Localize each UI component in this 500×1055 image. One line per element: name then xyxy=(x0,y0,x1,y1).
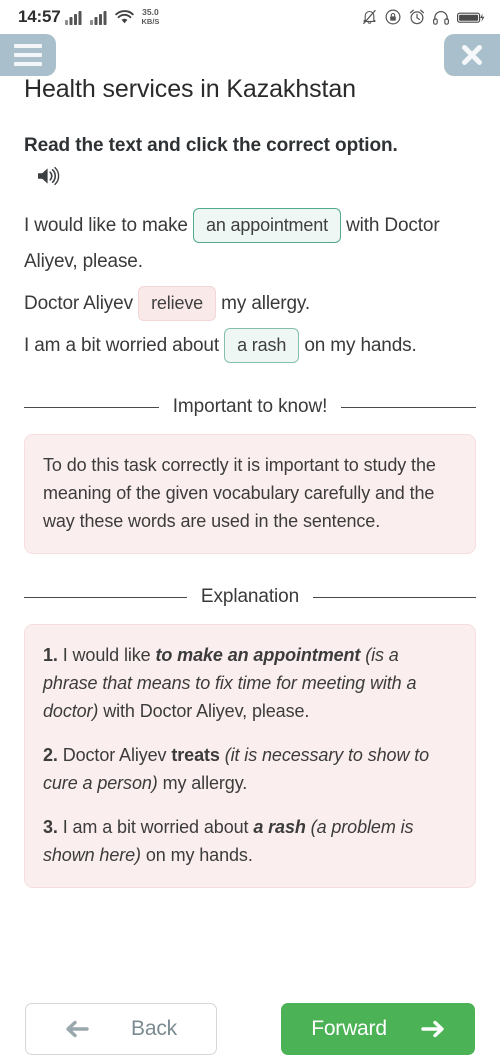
signal-icon xyxy=(90,10,107,25)
network-speed-unit: KB/S xyxy=(141,17,160,26)
sentence-text-after: my allergy. xyxy=(216,293,310,314)
explanation-item-lead: I would like xyxy=(62,645,156,665)
task-prompt: Read the text and click the correct opti… xyxy=(24,135,398,156)
explanation-item: 3. I am a bit worried about a rash (a pr… xyxy=(43,813,457,869)
answer-blank-1[interactable]: an appointment xyxy=(192,208,341,244)
speaker-icon xyxy=(38,166,60,186)
exercise-sentence: I am a bit worried about a rash on my ha… xyxy=(24,328,476,364)
app-root: 14:57 35.0 KB/S Health services in Kazak… xyxy=(0,0,500,1055)
hamburger-menu-button[interactable] xyxy=(0,34,56,76)
sentence-text-before: Doctor Aliyev xyxy=(24,293,139,314)
divider-line-right xyxy=(313,596,477,598)
close-icon xyxy=(462,45,482,65)
explanation-item-phrase: to make an appointment xyxy=(155,645,361,665)
divider-line-right xyxy=(341,406,476,408)
forward-button[interactable]: Forward xyxy=(281,1003,475,1055)
explanation-panel: 1. I would like to make an appointment (… xyxy=(24,624,476,888)
explanation-item-lead: I am a bit worried about xyxy=(62,817,254,837)
network-speed: 35.0 KB/S xyxy=(141,7,160,27)
answer-blank-2[interactable]: relieve xyxy=(138,286,217,322)
alarm-clock-icon xyxy=(409,9,425,25)
arrow-right-icon xyxy=(421,1020,444,1038)
exercise-sentence: I would like to make an appointment with… xyxy=(24,208,476,280)
important-body: To do this task correctly it is importan… xyxy=(43,455,436,531)
explanation-item: 2. Doctor Aliyev treats (it is necessary… xyxy=(43,741,457,797)
status-bar-left: 14:57 35.0 KB/S xyxy=(18,7,159,27)
arrow-left-icon xyxy=(66,1020,89,1038)
explanation-item-phrase: a rash xyxy=(253,817,306,837)
sentence-text-before: I would like to make xyxy=(24,215,193,236)
explanation-heading: Explanation xyxy=(200,586,300,607)
network-speed-value: 35.0 xyxy=(142,7,159,17)
important-heading: Important to know! xyxy=(172,396,328,417)
signal-icon xyxy=(65,10,82,25)
audio-play-button[interactable] xyxy=(36,165,62,192)
hamburger-line-icon xyxy=(14,44,42,48)
exercise-sentence: Doctor Aliyev relieve my allergy. xyxy=(24,286,476,322)
explanation-item-tail: with Doctor Aliyev, please. xyxy=(98,701,310,721)
battery-charging-icon xyxy=(457,12,485,23)
explanation-item-tail: on my hands. xyxy=(140,845,253,865)
status-bar-right xyxy=(362,9,486,25)
back-button-label: Back xyxy=(131,1017,177,1040)
forward-button-label: Forward xyxy=(311,1017,387,1040)
status-bar: 14:57 35.0 KB/S xyxy=(0,0,500,34)
sentence-text-before: I am a bit worried about xyxy=(24,335,225,356)
divider-line-left xyxy=(24,596,187,598)
explanation-item-phrase: treats xyxy=(171,745,220,765)
wifi-icon xyxy=(115,9,135,23)
explanation-divider: Explanation xyxy=(24,584,477,610)
explanation-item-number: 3. xyxy=(43,817,63,837)
explanation-item: 1. I would like to make an appointment (… xyxy=(43,641,457,725)
hamburger-line-icon xyxy=(14,53,42,57)
explanation-item-number: 2. xyxy=(43,745,63,765)
explanation-item-lead: Doctor Aliyev xyxy=(62,745,172,765)
important-panel: To do this task correctly it is importan… xyxy=(24,434,476,554)
lock-circle-icon xyxy=(385,9,401,25)
divider-line-left xyxy=(24,406,159,408)
page-title: Health services in Kazakhstan xyxy=(24,75,356,103)
footer-nav: Back Forward xyxy=(0,1003,500,1055)
bell-off-icon xyxy=(362,9,376,25)
headphones-icon xyxy=(433,10,449,25)
status-time: 14:57 xyxy=(18,7,61,26)
answer-blank-3[interactable]: a rash xyxy=(224,328,300,364)
important-divider: Important to know! xyxy=(24,394,476,420)
sentence-text-after: on my hands. xyxy=(299,335,417,356)
back-button[interactable]: Back xyxy=(25,1003,217,1055)
hamburger-line-icon xyxy=(14,62,42,66)
explanation-item-tail: my allergy. xyxy=(157,773,248,793)
main-content: Health services in Kazakhstan Read the t… xyxy=(0,72,500,888)
close-button[interactable] xyxy=(444,34,500,76)
explanation-item-number: 1. xyxy=(43,645,63,665)
